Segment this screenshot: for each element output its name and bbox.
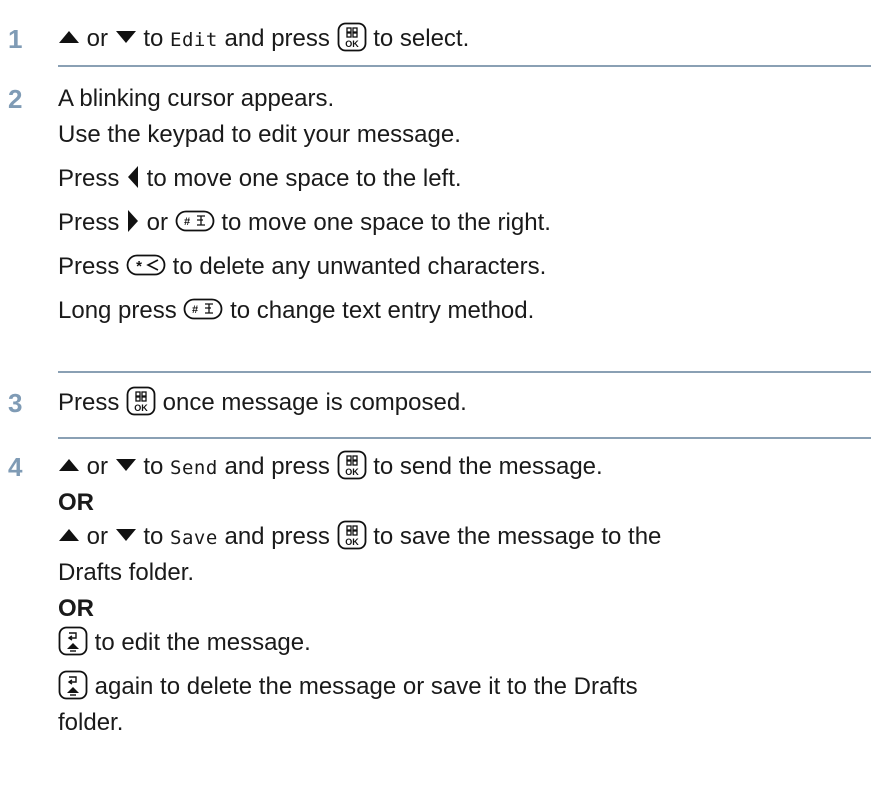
step-2-line-2: Use the keypad to edit your message. [58,121,461,148]
step-2-line-3: Press to move one space to the left. [58,165,462,192]
menu-item-edit: Edit [170,29,218,51]
up-arrow-icon [59,30,79,43]
svg-text:*: * [136,258,142,275]
or-label: OR [58,489,94,516]
menu-ok-key-icon: OK [126,386,156,416]
star-key-icon: * [126,254,166,276]
hash-key-icon: # [175,210,215,232]
up-arrow-icon [59,458,79,471]
down-arrow-icon [115,30,136,43]
svg-text:OK: OK [345,39,359,49]
step-4-line-1: or to Send and press OK to send the mess… [58,450,865,486]
down-arrow-icon [115,528,136,541]
step-2-line-5: Press * to delete any unwanted character… [58,253,547,280]
up-arrow-icon [59,528,79,541]
divider [58,437,871,439]
instruction-page: 1 or to Edit and press OK to select. 2 A… [0,0,871,804]
step-1-line-1: or to Edit and press OK to select. [58,22,865,66]
menu-ok-key-icon: OK [337,22,366,52]
right-arrow-icon [128,209,139,232]
or-label: OR [58,595,94,622]
back-home-key-icon [58,670,88,700]
step-3-line-1: Press OK once message is composed. [58,386,865,430]
back-home-key-icon [58,626,88,656]
menu-item-save: Save [170,527,218,549]
step-2-line-1: A blinking cursor appears. [58,85,335,112]
svg-text:#: # [192,304,198,316]
svg-text:#: # [184,216,190,228]
step-4-line-3: Drafts folder. [58,559,195,586]
svg-text:OK: OK [134,403,148,413]
step-4-line-5: again to delete the message or save it t… [58,670,865,706]
step-4-line-6: folder. [58,709,124,736]
step-number: 3 [8,388,23,418]
left-arrow-icon [128,165,139,188]
menu-ok-key-icon: OK [337,520,366,550]
step-4-line-4: to edit the message. [58,626,865,670]
step-2-line-4: Press or # to move one space to the righ… [58,209,551,236]
menu-item-send: Send [170,457,218,479]
down-arrow-icon [115,458,136,471]
step-number: 2 [8,84,23,114]
step-2-line-6: Long press # to change text entry method… [58,297,535,324]
step-4-line-2: or to Save and press OK to save the mess… [58,520,865,556]
step-number: 4 [8,452,23,482]
menu-ok-key-icon: OK [337,450,366,480]
step-number: 1 [8,24,23,54]
divider [58,65,871,67]
divider [58,371,871,373]
svg-text:OK: OK [345,467,359,477]
hash-key-icon: # [184,298,223,320]
svg-text:OK: OK [345,537,359,547]
